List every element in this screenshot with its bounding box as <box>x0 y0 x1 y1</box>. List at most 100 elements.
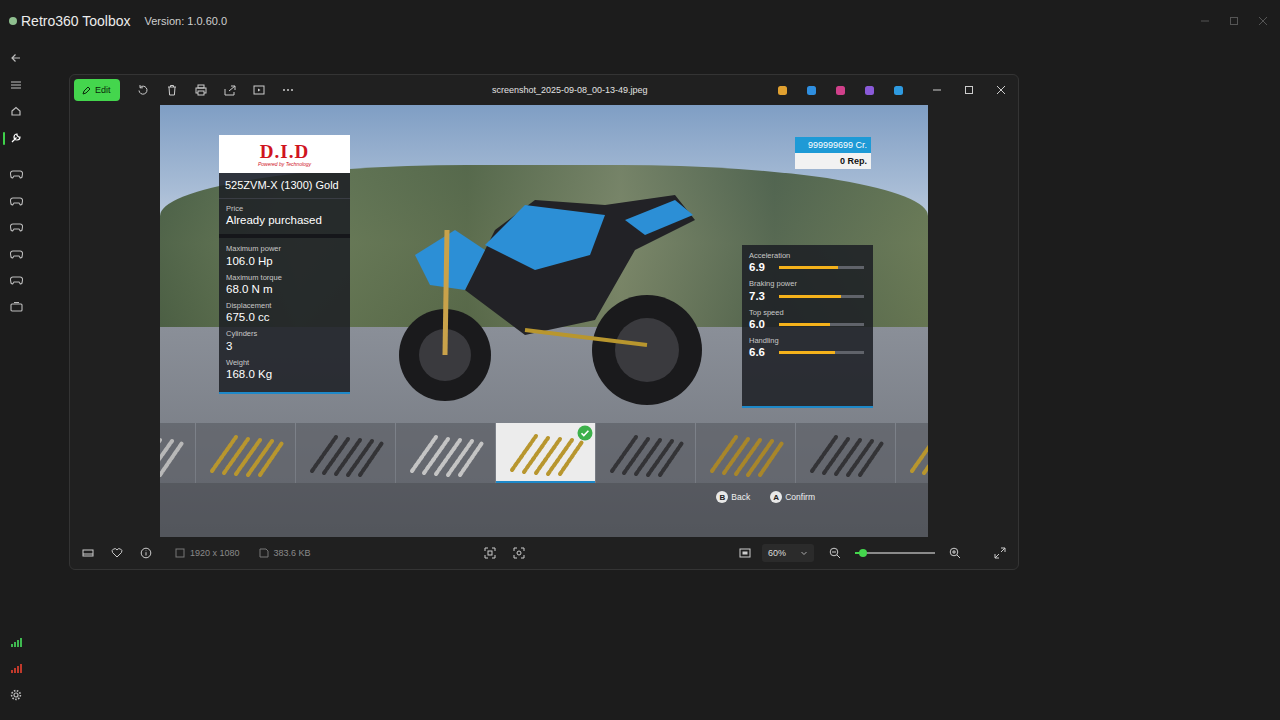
chain-option[interactable] <box>496 423 595 483</box>
signal-indicator <box>0 655 32 682</box>
app-shortcut-icon[interactable] <box>777 85 788 96</box>
image-canvas: 999999699 Cr.0 Rep. D.I.DPowered by Techn… <box>70 105 1018 537</box>
signal-icon <box>10 663 22 673</box>
chain-icon <box>606 427 686 479</box>
sidebar-item[interactable] <box>0 161 32 188</box>
part-info-panel: D.I.DPowered by Technology525ZVM-X (1300… <box>219 135 350 394</box>
gamepad-icon <box>10 274 23 286</box>
chain-option[interactable] <box>160 423 195 483</box>
chain-option[interactable] <box>396 423 495 483</box>
device-icon <box>10 301 23 313</box>
close-icon[interactable] <box>996 85 1006 95</box>
gamepad-icon <box>10 248 23 260</box>
ocr-icon[interactable] <box>484 547 496 559</box>
app-shortcut-icon[interactable] <box>835 85 846 96</box>
image-dimensions: 1920 x 1080 <box>175 548 240 558</box>
chain-option[interactable] <box>196 423 295 483</box>
zoom-slider[interactable] <box>855 552 935 554</box>
sidebar-item[interactable] <box>0 45 32 72</box>
chain-option[interactable] <box>596 423 695 483</box>
sidebar-item[interactable] <box>0 214 32 241</box>
spec-row: Maximum torque68.0 N m <box>226 273 343 297</box>
viewer-status-bar: 1920 x 1080 383.6 KB60% <box>70 537 1018 569</box>
maximize-icon[interactable] <box>964 85 974 95</box>
app-title: Retro360 Toolbox <box>21 13 130 29</box>
chain-icon <box>206 427 286 479</box>
edit-icon <box>82 86 91 95</box>
chain-option[interactable] <box>696 423 795 483</box>
chain-icon <box>506 426 586 478</box>
rating-row: Braking power7.3 <box>749 279 866 303</box>
photo-viewer-window: Edit screenshot_2025-09-08_00-13-49.jpeg 9… <box>69 74 1019 570</box>
close-icon[interactable] <box>1258 16 1268 26</box>
app-shortcut-icon[interactable] <box>806 85 817 96</box>
zoom-in-icon[interactable] <box>949 547 961 559</box>
rating-panel: Acceleration6.9 Braking power7.3 Top speed… <box>742 245 873 408</box>
zoom-out-icon[interactable] <box>829 547 841 559</box>
zoom-dropdown[interactable]: 60% <box>762 544 814 562</box>
chain-icon <box>906 427 929 479</box>
chain-icon <box>706 427 786 479</box>
signal-icon <box>10 637 22 647</box>
gear-icon <box>10 689 22 701</box>
rating-bar <box>779 295 864 298</box>
settings-button[interactable] <box>0 682 32 709</box>
rotate-icon[interactable] <box>137 84 149 96</box>
edit-button[interactable]: Edit <box>74 79 120 101</box>
menu-icon <box>10 79 22 91</box>
chain-icon <box>406 427 486 479</box>
currency-badge: 999999699 Cr.0 Rep. <box>795 137 871 169</box>
trash-icon[interactable] <box>166 84 178 96</box>
chain-icon <box>806 427 886 479</box>
chain-option[interactable] <box>296 423 395 483</box>
window-controls <box>1200 16 1280 26</box>
sidebar <box>0 42 32 720</box>
controller-button: A <box>770 491 782 503</box>
title-bar: Retro360 Toolbox Version: 1.0.60.0 <box>0 0 1280 42</box>
sidebar-item[interactable] <box>0 98 32 125</box>
fit-icon[interactable] <box>739 547 751 559</box>
wrench-icon <box>10 132 22 144</box>
sidebar-item[interactable] <box>0 294 32 321</box>
rating-bar <box>779 266 864 269</box>
chain-option[interactable] <box>796 423 895 483</box>
minimize-icon[interactable] <box>1200 16 1210 26</box>
search-image-icon[interactable] <box>513 547 525 559</box>
info-icon[interactable] <box>140 547 152 559</box>
game-screenshot: 999999699 Cr.0 Rep. D.I.DPowered by Techn… <box>160 105 928 537</box>
chain-option[interactable] <box>896 423 928 483</box>
chain-icon <box>160 427 186 479</box>
app-shortcut-icon[interactable] <box>864 85 875 96</box>
gamepad-icon <box>10 168 23 180</box>
more-icon[interactable] <box>282 84 294 96</box>
sidebar-item[interactable] <box>0 267 32 294</box>
part-name: 525ZVM-X (1300) Gold <box>219 173 350 199</box>
gamepad-icon <box>10 195 23 207</box>
sidebar-item[interactable] <box>0 125 32 152</box>
image-icon <box>175 548 185 558</box>
sidebar-item[interactable] <box>0 188 32 215</box>
reputation: 0 Rep. <box>795 153 871 169</box>
filmstrip-icon[interactable] <box>82 547 94 559</box>
app-version: Version: 1.0.60.0 <box>144 15 227 27</box>
rating-row: Top speed6.0 <box>749 308 866 332</box>
price: PriceAlready purchased <box>219 199 350 234</box>
app-shortcut-icon[interactable] <box>893 85 904 96</box>
rating-row: Acceleration6.9 <box>749 251 866 275</box>
fullscreen-icon[interactable] <box>994 547 1006 559</box>
chain-carousel <box>160 423 928 483</box>
sidebar-item[interactable] <box>0 72 32 99</box>
print-icon[interactable] <box>195 84 207 96</box>
hint: BBack <box>716 491 750 503</box>
restore-icon[interactable] <box>1229 16 1239 26</box>
home-icon <box>10 105 22 117</box>
signal-indicator <box>0 629 32 656</box>
share-icon[interactable] <box>224 84 236 96</box>
heart-icon[interactable] <box>111 547 123 559</box>
chain-icon <box>306 427 386 479</box>
minimize-icon[interactable] <box>932 85 942 95</box>
slideshow-icon[interactable] <box>253 84 265 96</box>
sidebar-item[interactable] <box>0 241 32 268</box>
rating-bar <box>779 351 864 354</box>
file-name: screenshot_2025-09-08_00-13-49.jpeg <box>303 85 777 95</box>
